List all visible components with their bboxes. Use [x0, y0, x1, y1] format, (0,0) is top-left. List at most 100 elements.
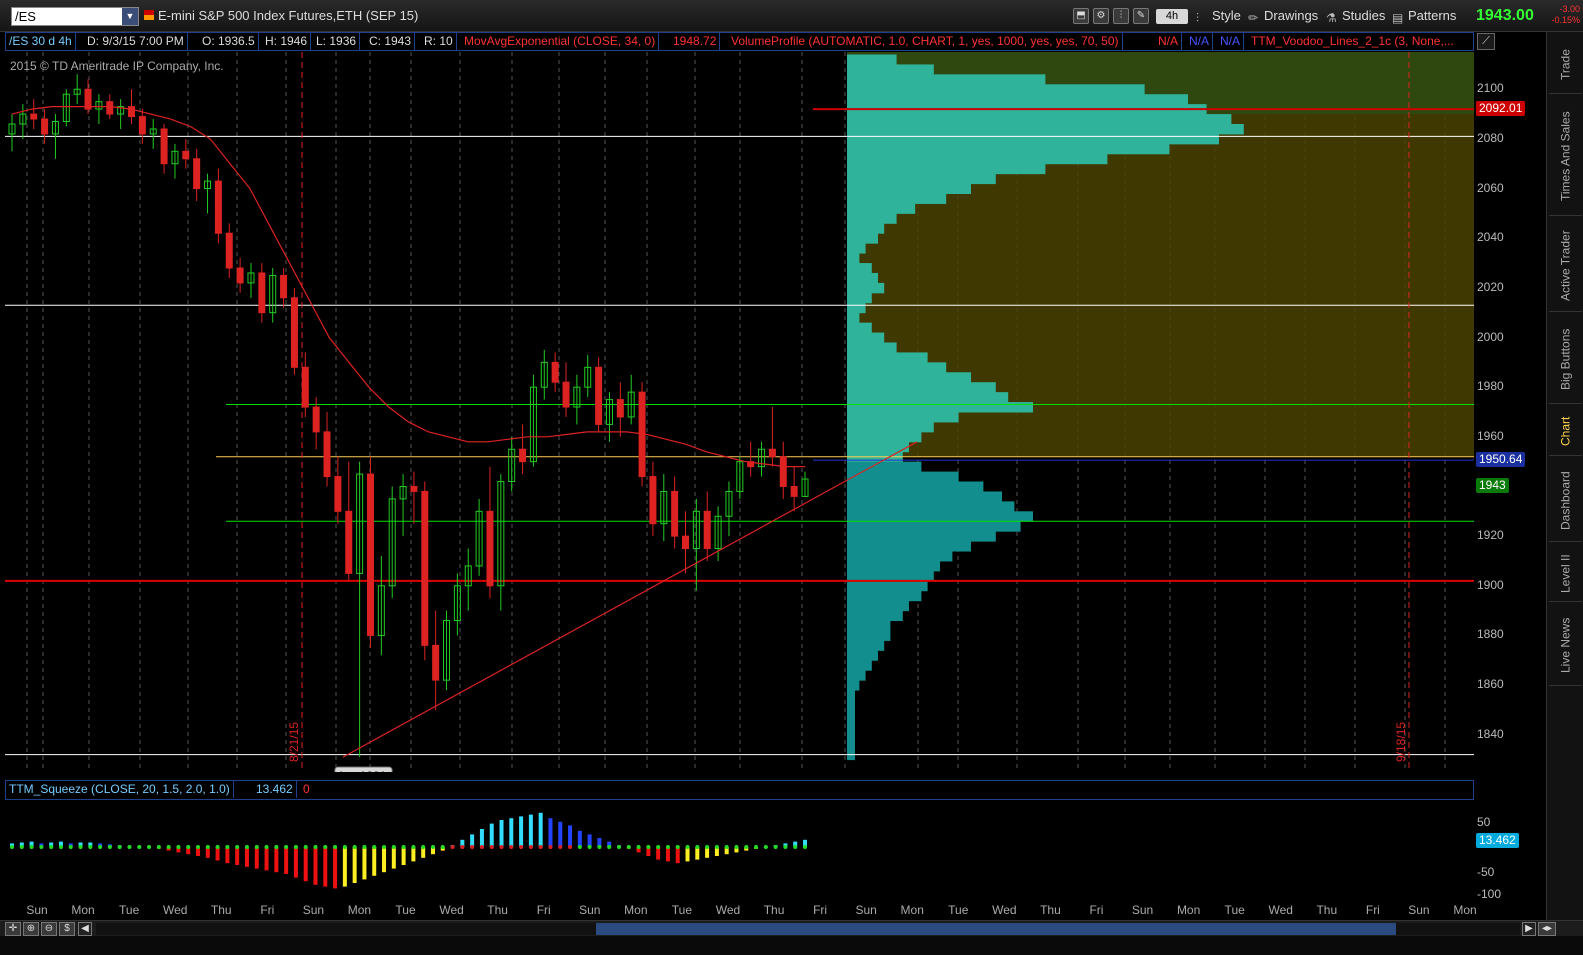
candle-body	[290, 297, 298, 368]
zoom-in-icon[interactable]: ⊕	[23, 922, 39, 936]
right-sidebar: Trade Times And Sales Active Trader Big But…	[1546, 32, 1583, 920]
squeeze-dot	[244, 845, 249, 849]
volume-profile-bar	[847, 64, 934, 75]
candle-body	[432, 644, 440, 681]
studies-menu-button[interactable]: ⚗ Studies	[1326, 7, 1385, 25]
price-axis-tick: 1840	[1477, 726, 1504, 741]
price-chart[interactable]: Lo: 1831 8/21/15 9/18/15 2015 © TD Ameritr…	[5, 52, 1474, 772]
symbol-dropdown-icon[interactable]: ▼	[122, 8, 138, 25]
high-price-badge: 2092.01	[1476, 101, 1526, 117]
sidebar-tab-chart[interactable]: Chart	[1549, 408, 1582, 456]
squeeze-histogram[interactable]	[5, 801, 1474, 899]
expand-time-icon[interactable]: ◂▸	[1538, 922, 1556, 936]
candle-body	[182, 150, 190, 160]
instrument-title: E-mini S&P 500 Index Futures,ETH (SEP 15…	[158, 8, 419, 23]
volume-profile-bar	[847, 640, 885, 651]
sidebar-tab-active-trader[interactable]: Active Trader	[1549, 220, 1582, 312]
sidebar-tab-dashboard[interactable]: Dashboard	[1549, 460, 1582, 542]
price-axis[interactable]: 2092.01 1950.64 1943 2100 2080 2060 2040 202…	[1474, 52, 1542, 772]
volume-profile-bar	[847, 74, 1046, 85]
studies-label: Studies	[1342, 8, 1386, 23]
squeeze-histogram-bar	[303, 847, 308, 882]
style-label: Style	[1212, 8, 1241, 23]
price-axis-tick: 1860	[1477, 677, 1504, 692]
sidebar-tab-trade[interactable]: Trade	[1549, 36, 1582, 94]
volume-profile-bar	[847, 143, 1170, 155]
squeeze-dot	[254, 845, 259, 849]
squeeze-study-label[interactable]: TTM_Squeeze (CLOSE, 20, 1.5, 2.0, 1.0)	[6, 781, 234, 798]
volume-profile-bar	[847, 302, 866, 314]
time-axis-label: Fri	[813, 903, 828, 917]
squeeze-histogram-bar	[382, 847, 387, 873]
aggregation-selector[interactable]: 4h	[1156, 9, 1188, 24]
volume-profile-study-label[interactable]: VolumeProfile (AUTOMATIC, 1.0, CHART, 1,…	[728, 33, 1123, 50]
squeeze-histogram-bar	[244, 847, 249, 867]
drawing-tool-icon[interactable]: ⟋	[1477, 33, 1495, 50]
zoom-out-icon[interactable]: ⊖	[41, 922, 57, 936]
squeeze-dot	[558, 845, 563, 849]
squeeze-histogram-canvas	[10, 812, 807, 889]
zoom-fit-icon[interactable]: ✛	[5, 922, 21, 936]
price-axis-tick: 2000	[1477, 329, 1504, 344]
sidebar-tab-times-and-sales[interactable]: Times And Sales	[1549, 98, 1582, 216]
price-scale-icon[interactable]: $	[59, 922, 75, 936]
volume-profile-bar	[847, 243, 866, 254]
volume-profile-bar	[847, 272, 878, 284]
volume-profile-bar	[847, 342, 897, 353]
bar-close: C: 1943	[366, 33, 416, 50]
chart-type-icon[interactable]: ⫶	[1113, 8, 1129, 24]
squeeze-histogram-bar	[411, 847, 416, 862]
candle-body	[323, 431, 331, 478]
scroll-left-icon[interactable]: ◀	[78, 922, 92, 936]
candle-body	[486, 510, 494, 587]
price-axis-tick: 1880	[1477, 627, 1504, 642]
chart-share-icon[interactable]: ⬒	[1073, 8, 1089, 24]
volume-profile-bar	[847, 610, 903, 622]
time-axis-label: Tue	[119, 903, 140, 917]
sidebar-tab-live-news[interactable]: Live News	[1549, 606, 1582, 686]
squeeze-value: 13.462	[253, 781, 297, 798]
time-axis[interactable]: Sun Mon Tue Wed Thu Fri Sun Mon Tue Wed Thu Fri Sun M…	[5, 900, 1477, 920]
squeeze-dot	[323, 845, 328, 849]
symbol-input[interactable]: /ES	[11, 7, 139, 26]
volume-profile-bar	[847, 719, 855, 731]
volume-profile-bar	[847, 183, 971, 195]
drawings-menu-button[interactable]: ✏ Drawings	[1248, 7, 1318, 25]
squeeze-histogram-bar	[372, 847, 377, 876]
scroll-right-icon[interactable]: ▶	[1522, 922, 1536, 936]
candle-body	[193, 158, 201, 190]
voodoo-lines-study-label[interactable]: TTM_Voodoo_Lines_2_1c (3, None,...	[1248, 33, 1457, 50]
squeeze-dot	[352, 845, 357, 849]
candle-body	[312, 406, 320, 433]
time-axis-label: Thu	[1040, 903, 1061, 917]
patterns-menu-button[interactable]: ▤ Patterns	[1392, 7, 1456, 25]
settings-gear-icon[interactable]: ⚙	[1093, 8, 1109, 24]
chart-description[interactable]: /ES 30 d 4h	[6, 33, 76, 50]
price-axis-tick: 2060	[1477, 180, 1504, 195]
wrench-icon[interactable]: ✎	[1133, 8, 1149, 24]
volume-profile-bar	[847, 729, 855, 741]
volume-profile-bar	[847, 133, 1219, 145]
time-axis-label: Sun	[855, 903, 877, 917]
chart-scrollbar-thumb[interactable]	[596, 923, 1396, 935]
style-menu-button[interactable]: ⫶ Style	[1196, 7, 1241, 25]
volume-profile-bar	[847, 620, 891, 631]
price-axis-tick: 1960	[1477, 428, 1504, 443]
squeeze-dot	[58, 845, 63, 849]
squeeze-histogram-bar	[225, 847, 230, 864]
candle-body	[334, 476, 342, 512]
sidebar-tab-level-ii[interactable]: Level II	[1549, 546, 1582, 602]
squeeze-dot	[225, 845, 230, 849]
candle-body	[562, 381, 570, 408]
percent-change: -0.15%	[1551, 15, 1580, 25]
ema-study-label[interactable]: MovAvgExponential (CLOSE, 34, 0)	[461, 33, 660, 50]
squeeze-histogram-bar	[352, 847, 357, 883]
candle-body	[790, 485, 798, 497]
volume-profile-bar	[847, 392, 1009, 403]
squeeze-histogram-bar	[665, 847, 670, 862]
squeeze-dot	[685, 845, 690, 849]
volume-profile-bar	[847, 282, 885, 294]
squeeze-dot	[293, 845, 298, 849]
sidebar-tab-big-buttons[interactable]: Big Buttons	[1549, 316, 1582, 404]
squeeze-value-badge: 13.462	[1476, 833, 1519, 848]
